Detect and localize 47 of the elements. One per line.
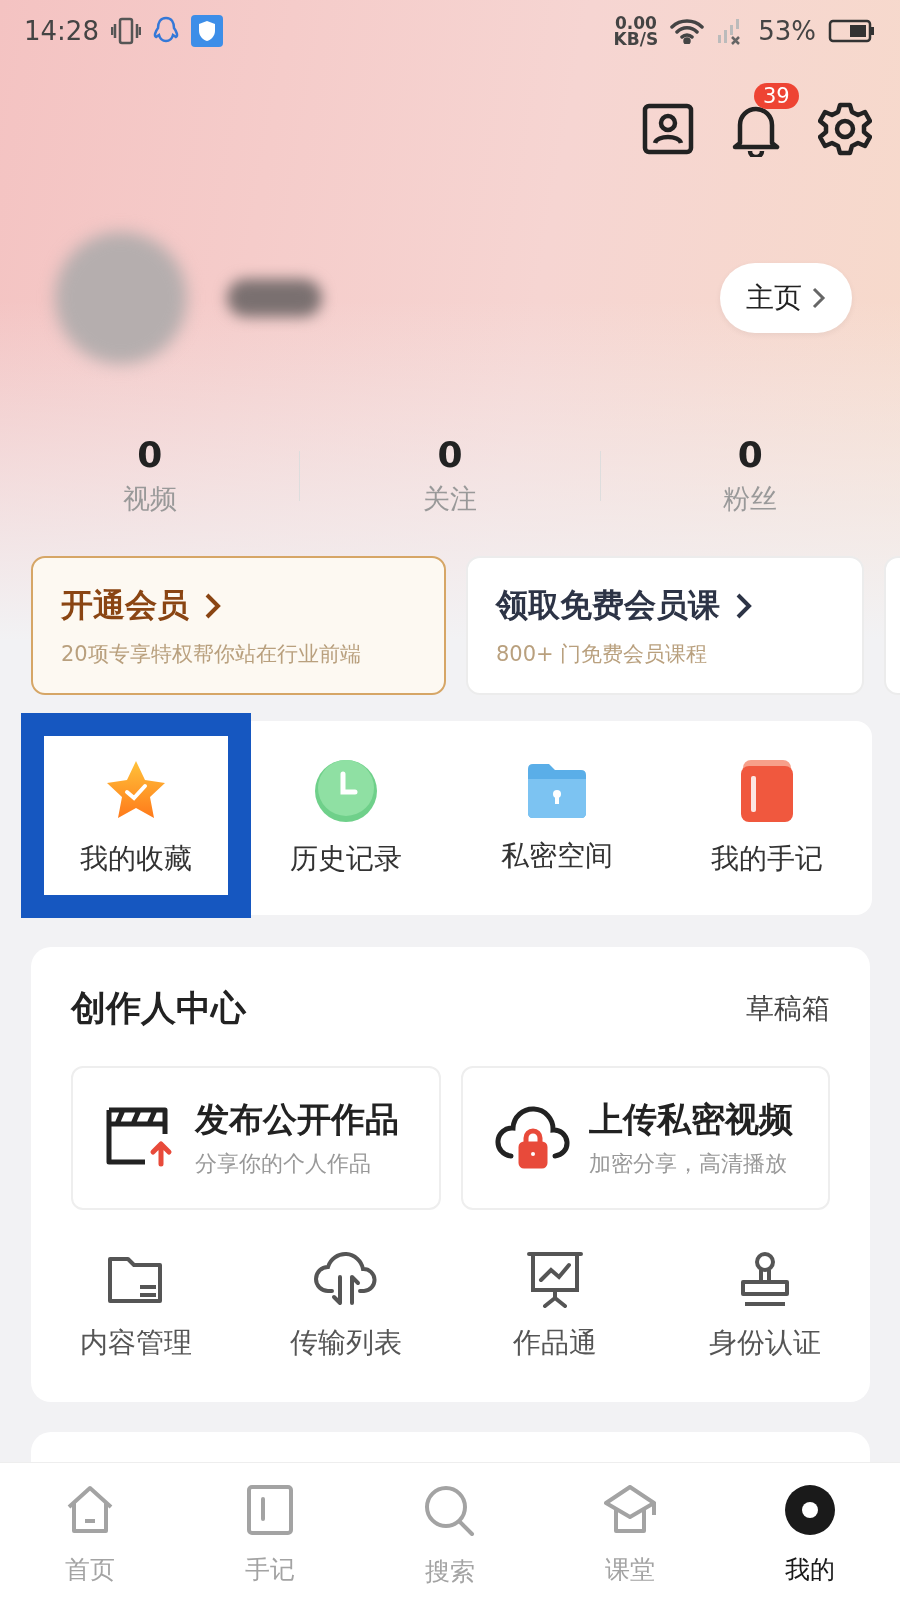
stat-label: 视频 (122, 482, 177, 517)
stat-count: 0 (137, 435, 163, 476)
home-icon (65, 1485, 115, 1536)
vibrate-icon (110, 16, 141, 45)
tool-item[interactable]: 身份认证 (709, 1324, 822, 1363)
action-title: 上传私密视频 (588, 1098, 793, 1142)
school-icon (604, 1485, 656, 1536)
clock-icon (313, 758, 380, 825)
profile-tab-icon (785, 1485, 835, 1536)
shortcut-item[interactable]: 历史记录 (290, 840, 403, 879)
home-page-button[interactable]: 主页 (720, 262, 852, 333)
stat-label: 关注 (423, 482, 477, 517)
stat-label: 粉丝 (723, 482, 778, 517)
tab-item[interactable]: 我的 (720, 1463, 900, 1600)
membership-card[interactable]: 开通会员 20项专享特权帮你站在行业前端 (31, 556, 446, 695)
search-icon (424, 1485, 476, 1538)
action-card[interactable]: 发布公开作品 分享你的个人作品 (71, 1066, 441, 1211)
notification-badge: 39 (754, 83, 799, 110)
chevron-right-icon (736, 593, 752, 620)
notebook-icon (247, 1485, 293, 1536)
shortcut-item[interactable]: 我的手记 (710, 840, 823, 879)
battery-icon (828, 18, 876, 43)
settings-icon[interactable] (818, 102, 872, 157)
network-speed: 0.00 KB/S (613, 14, 659, 47)
wifi-icon (670, 17, 705, 44)
shortcut-item[interactable]: 私密空间 (500, 837, 613, 876)
cloud-lock-icon (494, 1106, 571, 1171)
action-card[interactable]: 上传私密视频 加密分享，高清播放 (460, 1066, 830, 1211)
tool-item[interactable]: 作品通 (513, 1324, 598, 1363)
section-title: 创作人中心 (71, 987, 246, 1031)
status-time: 14:28 (24, 15, 99, 46)
chevron-right-icon (812, 286, 826, 309)
shield-icon (190, 14, 223, 47)
action-title: 发布公开作品 (195, 1098, 399, 1142)
presentation-chart-icon (525, 1250, 586, 1311)
action-subtitle: 分享你的个人作品 (195, 1150, 372, 1179)
tool-item[interactable]: 传输列表 (289, 1324, 402, 1363)
drafts-link[interactable]: 草稿箱 (746, 989, 830, 1028)
profile-card-icon[interactable] (642, 103, 694, 156)
free-course-card[interactable]: 领取免费会员课 800+ 门免费会员课程 (466, 556, 864, 695)
stat-count: 0 (737, 435, 763, 476)
shortcut-item[interactable]: 我的收藏 (80, 840, 193, 879)
action-subtitle: 加密分享，高清播放 (588, 1150, 788, 1179)
stat-count: 0 (437, 435, 463, 476)
tool-item[interactable]: 内容管理 (79, 1324, 192, 1363)
battery-percent: 53% (758, 15, 816, 46)
chevron-right-icon (205, 593, 221, 620)
